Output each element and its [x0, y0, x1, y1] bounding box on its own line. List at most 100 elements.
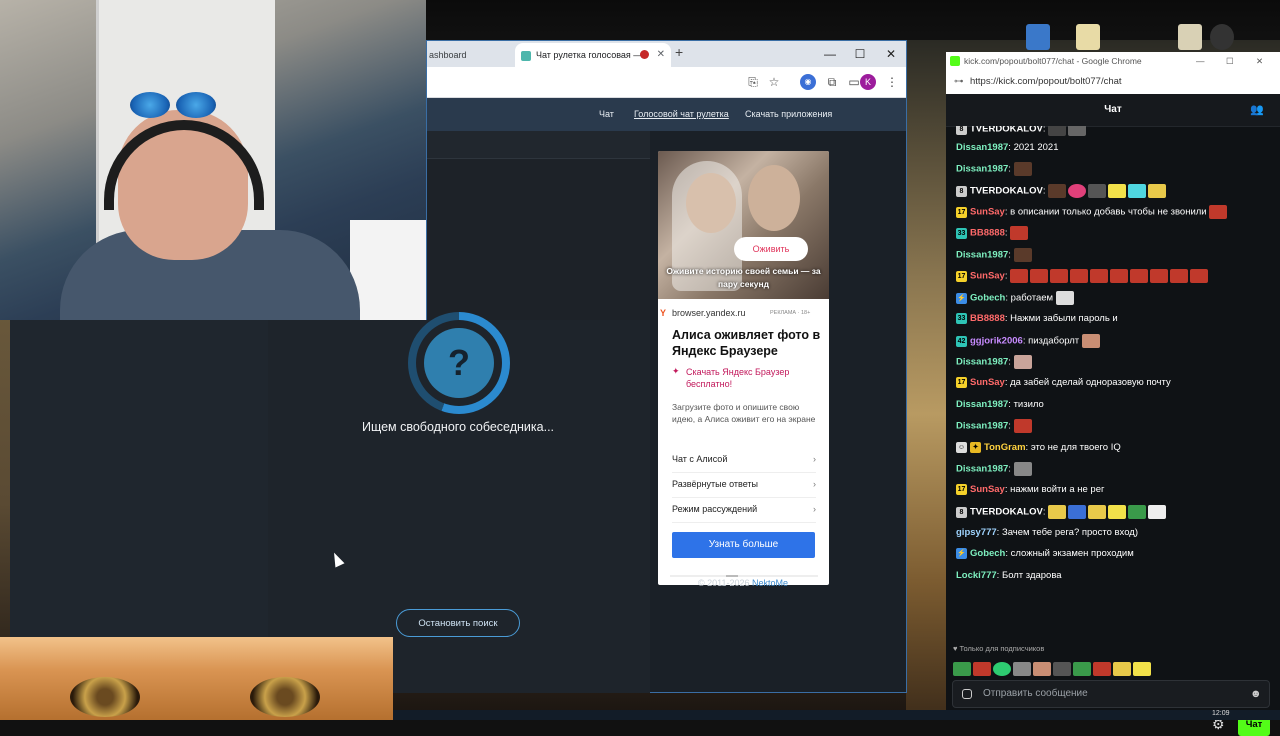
- chat-message: Dissan1987:: [956, 419, 1034, 434]
- cat-eye: [250, 677, 320, 717]
- badge-icon: 17: [956, 270, 967, 282]
- chat-message: Dissan1987:: [956, 248, 1034, 263]
- search-status-text: Ищем свободного собеседника...: [361, 420, 555, 434]
- heart-icon: ♥: [953, 644, 958, 653]
- kick-message-list[interactable]: 8 TVERDOKALOV: Dissan1987: 2021 2021 Diss…: [952, 126, 1272, 596]
- maximize-button[interactable]: ☐: [845, 44, 875, 64]
- taskbar-clock: 12:09: [1212, 710, 1230, 717]
- ad-description: Загрузите фото и опишите свою идею, а Ал…: [672, 402, 816, 424]
- ad-download-link[interactable]: Скачать Яндекс Браузер бесплатно!: [686, 366, 818, 390]
- ad-column: Оживить Оживите историю своей семьи — за…: [650, 131, 906, 692]
- extensions-puzzle-icon[interactable]: ⧉: [824, 74, 840, 90]
- ad-photo[interactable]: Оживить Оживите историю своей семьи — за…: [658, 151, 829, 299]
- emote-menu-icon[interactable]: [962, 689, 972, 699]
- desktop-icon[interactable]: [1076, 24, 1100, 50]
- users-icon[interactable]: 👥: [1250, 103, 1264, 117]
- site-nav: Чат Голосовой чат рулетка Скачать прилож…: [427, 98, 906, 131]
- nav-link-chat[interactable]: Чат: [599, 109, 614, 119]
- bookmark-star-icon[interactable]: ☆: [766, 74, 782, 90]
- close-window-button[interactable]: ✕: [876, 44, 906, 64]
- chat-input-placeholder: Отправить сообщение: [983, 688, 1088, 699]
- minimize-button[interactable]: —: [1196, 52, 1205, 70]
- yandex-logo-icon: Y: [660, 308, 667, 318]
- chat-message: 33 BB8888:: [956, 226, 1030, 241]
- ad-photo-caption: Оживите историю своей семьи — за пару се…: [666, 266, 821, 289]
- webcam-overlay: [0, 0, 426, 320]
- badge-icon: 17: [956, 483, 967, 495]
- new-tab-button[interactable]: +: [675, 44, 691, 64]
- badge-icon: ⚡: [956, 292, 967, 304]
- badge-icon: 8: [956, 506, 967, 518]
- nav-link-voice-roulette[interactable]: Голосовой чат рулетка: [634, 109, 729, 119]
- ad-label: РЕКЛАМА · 18+: [770, 310, 811, 316]
- chat-message: 17 SunSay: да забей сделай одноразовую по…: [956, 376, 1171, 388]
- emote-picker-row[interactable]: [953, 660, 1203, 676]
- minimize-button[interactable]: —: [815, 44, 845, 64]
- kick-logo-icon: [950, 56, 960, 66]
- site-info-icon[interactable]: ⊶: [954, 70, 964, 94]
- badge-icon: 17: [956, 206, 967, 218]
- kick-chat-title: Чат: [1104, 104, 1122, 115]
- webcam-shelf: [350, 220, 426, 320]
- kick-url: https://kick.com/popout/bolt077/chat: [970, 76, 1122, 87]
- tab-dashboard[interactable]: ashboard: [427, 43, 515, 67]
- desktop-icon[interactable]: [1178, 24, 1202, 50]
- ad-domain[interactable]: browser.yandex.ru: [672, 308, 746, 318]
- desktop-icon[interactable]: [1026, 24, 1050, 50]
- desktop-icon[interactable]: [1210, 24, 1234, 50]
- ad-revive-button[interactable]: Оживить: [734, 237, 808, 261]
- menu-kebab-icon[interactable]: ⋮: [884, 74, 900, 90]
- profile-avatar-icon[interactable]: K: [860, 74, 876, 90]
- badge-icon: 8: [956, 185, 967, 197]
- cast-icon[interactable]: ⎘: [745, 74, 761, 90]
- badge-icon: ⚡: [956, 547, 967, 559]
- ad-item-label: Развёрнутые ответы: [672, 479, 759, 489]
- chevron-right-icon: ›: [813, 504, 816, 514]
- ad-item-label: Чат с Алисой: [672, 454, 728, 464]
- chat-panel-header: [427, 131, 650, 159]
- chat-message: Dissan1987: тизило: [956, 399, 1044, 410]
- ad-item-label: Режим рассуждений: [672, 504, 758, 514]
- ad-photo-groom: [748, 165, 800, 231]
- ad-learn-more-button[interactable]: Узнать больше: [672, 532, 815, 558]
- ad-title[interactable]: Алиса оживляет фото в Яндекс Браузере: [672, 327, 822, 359]
- badge-icon: 33: [956, 227, 967, 239]
- yandex-ad[interactable]: Оживить Оживите историю своей семьи — за…: [658, 151, 829, 585]
- chat-message: gipsy777: Зачем тебе рега? просто вход): [956, 527, 1138, 538]
- nav-link-download-apps[interactable]: Скачать приложения: [745, 109, 832, 119]
- ad-item-chat-alisa[interactable]: Чат с Алисой ›: [672, 447, 816, 473]
- chat-message: 42 ggjorik2006: пиздаборлт: [956, 334, 1102, 349]
- kick-window-title: kick.com/popout/bolt077/chat - Google Ch…: [964, 56, 1142, 66]
- maximize-button[interactable]: ☐: [1226, 52, 1234, 70]
- badge-icon: 33: [956, 312, 967, 324]
- chat-message: 17 SunSay: нажми войти а не рег: [956, 483, 1105, 495]
- extension-icon[interactable]: ◉: [800, 74, 816, 90]
- taskbar: [393, 710, 1280, 720]
- chat-message: Dissan1987:: [956, 462, 1034, 477]
- tab-label: ashboard: [429, 50, 467, 60]
- kick-address-bar[interactable]: ⊶ https://kick.com/popout/bolt077/chat: [946, 70, 1280, 95]
- chat-message: Dissan1987:: [956, 162, 1034, 177]
- chat-message: ☺ ✦ TonGram: это не для твоего IQ: [956, 441, 1121, 453]
- badge-icon: ✦: [970, 441, 981, 453]
- ad-item-reasoning-mode[interactable]: Режим рассуждений ›: [672, 497, 816, 523]
- chat-message: 17 SunSay: в описании только добавь чтобы…: [956, 205, 1229, 220]
- chat-message: 8 TVERDOKALOV:: [956, 184, 1168, 199]
- tab-bar: ashboard Чат рулетка голосовая — ✕ + — ☐…: [427, 41, 906, 67]
- brand-link[interactable]: NektoMe: [752, 578, 788, 588]
- address-bar[interactable]: ⎘ ☆ ◉ ⧉ ▭ K ⋮: [427, 67, 906, 98]
- chevron-right-icon: ›: [813, 454, 816, 464]
- footer-copyright: © 2011-2026 NektoMe: [698, 578, 788, 588]
- badge-icon: ☺: [956, 441, 967, 453]
- smile-icon[interactable]: ☻: [1250, 688, 1262, 700]
- tab-active[interactable]: Чат рулетка голосовая — ✕: [515, 43, 671, 67]
- kick-window-titlebar: kick.com/popout/bolt077/chat - Google Ch…: [946, 52, 1280, 70]
- stop-search-button[interactable]: Остановить поиск: [396, 609, 520, 637]
- close-window-button[interactable]: ✕: [1256, 52, 1263, 70]
- kick-chat-window: kick.com/popout/bolt077/chat - Google Ch…: [946, 52, 1280, 736]
- chat-message-input[interactable]: Отправить сообщение ☻: [952, 680, 1270, 708]
- close-tab-icon[interactable]: ✕: [657, 43, 665, 67]
- ad-item-detailed-answers[interactable]: Развёрнутые ответы ›: [672, 472, 816, 498]
- badge-icon: 8: [956, 126, 967, 135]
- chevron-right-icon: ›: [813, 479, 816, 489]
